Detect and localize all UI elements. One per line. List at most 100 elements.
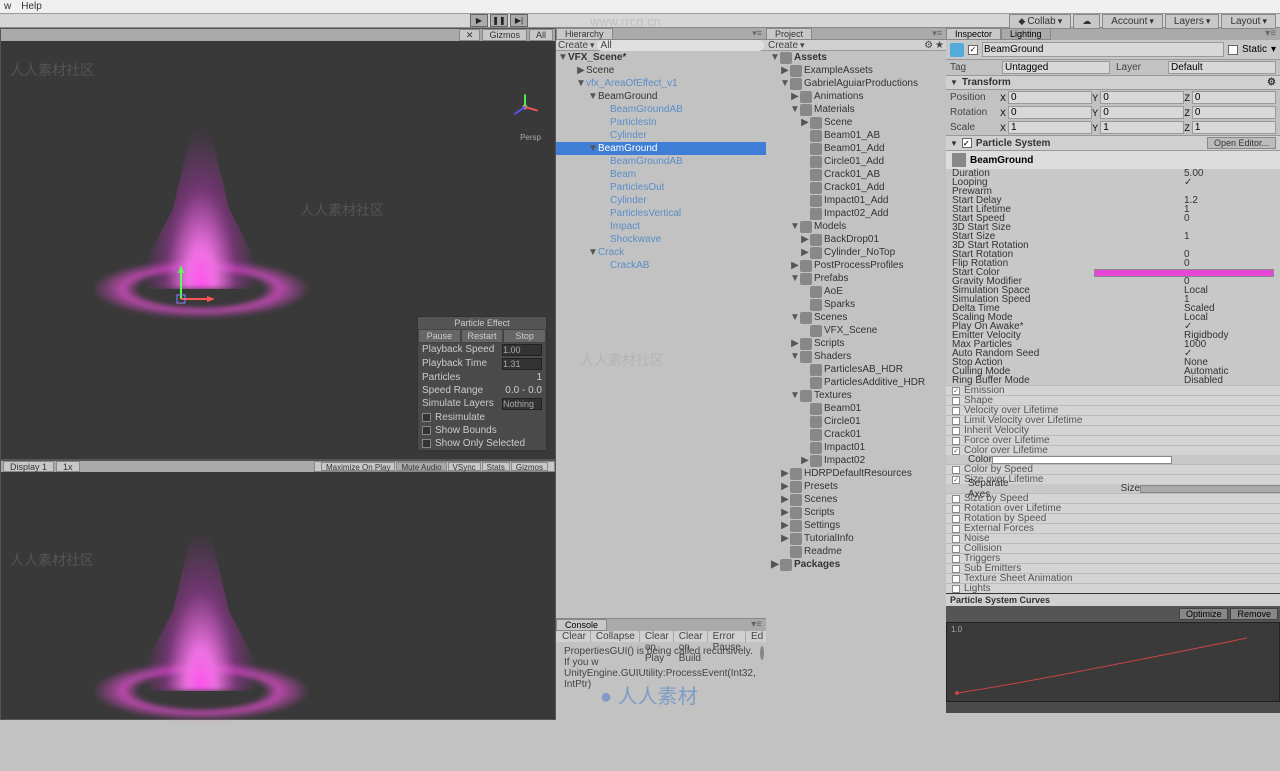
play-button[interactable]: ▶ bbox=[470, 14, 488, 27]
console-clear-button[interactable]: Clear bbox=[558, 631, 591, 642]
menu-item[interactable]: Help bbox=[21, 1, 42, 12]
remove-button[interactable]: Remove bbox=[1230, 608, 1278, 620]
pfx-resimulate-checkbox[interactable] bbox=[422, 413, 431, 422]
search-all[interactable]: All bbox=[529, 29, 553, 41]
project-item[interactable]: ▶ExampleAssets bbox=[766, 64, 946, 77]
project-item[interactable]: ▶Animations bbox=[766, 90, 946, 103]
project-item[interactable]: ▼Assets bbox=[766, 51, 946, 64]
pane-options-icon[interactable]: ▾≡ bbox=[747, 619, 766, 631]
ps-module[interactable]: ✓Color over Lifetime bbox=[946, 445, 1280, 455]
hierarchy-item[interactable]: Cylinder bbox=[556, 129, 766, 142]
project-item[interactable]: ParticlesAB_HDR bbox=[766, 363, 946, 376]
hierarchy-item[interactable]: BeamGroundAB bbox=[556, 155, 766, 168]
ps-module[interactable]: Rotation by Speed bbox=[946, 513, 1280, 523]
optimize-button[interactable]: Optimize bbox=[1179, 608, 1229, 620]
project-item[interactable]: ▶Impact02 bbox=[766, 454, 946, 467]
ps-enabled-checkbox[interactable]: ✓ bbox=[962, 138, 972, 148]
ps-module[interactable]: Texture Sheet Animation bbox=[946, 573, 1280, 583]
project-item[interactable]: ▶TutorialInfo bbox=[766, 532, 946, 545]
project-item[interactable]: ▼Scenes bbox=[766, 311, 946, 324]
pfx-sim-layers[interactable] bbox=[502, 398, 542, 410]
project-item[interactable]: Beam01 bbox=[766, 402, 946, 415]
active-checkbox[interactable]: ✓ bbox=[968, 45, 978, 55]
hierarchy-item[interactable]: ▼BeamGround bbox=[556, 90, 766, 103]
project-item[interactable]: ▼Textures bbox=[766, 389, 946, 402]
close-tab-button[interactable]: ✕ bbox=[459, 29, 481, 41]
pane-options-icon[interactable]: ▾≡ bbox=[1261, 28, 1280, 40]
hierarchy-item[interactable]: ▼BeamGround bbox=[556, 142, 766, 155]
project-item[interactable]: ▶BackDrop01 bbox=[766, 233, 946, 246]
ps-property[interactable]: Ring Buffer ModeDisabled bbox=[946, 376, 1280, 385]
ps-module[interactable]: Collision bbox=[946, 543, 1280, 553]
project-item[interactable]: Crack01_AB bbox=[766, 168, 946, 181]
console-collapse-toggle[interactable]: Collapse bbox=[592, 631, 640, 642]
project-item[interactable]: Impact01_Add bbox=[766, 194, 946, 207]
project-item[interactable]: ▼Shaders bbox=[766, 350, 946, 363]
tag-dropdown[interactable]: Untagged bbox=[1002, 61, 1110, 74]
hierarchy-item[interactable]: Cylinder bbox=[556, 194, 766, 207]
project-item[interactable]: Circle01 bbox=[766, 415, 946, 428]
mute-audio-toggle[interactable]: Mute Audio bbox=[396, 462, 446, 471]
game-display-dropdown[interactable]: Display 1 bbox=[3, 461, 54, 472]
menu-item[interactable]: w bbox=[4, 1, 11, 12]
project-item[interactable]: ▶Scripts bbox=[766, 506, 946, 519]
project-item[interactable]: ▼Models bbox=[766, 220, 946, 233]
project-tab[interactable]: Project bbox=[766, 28, 812, 40]
ps-module[interactable]: Triggers bbox=[946, 553, 1280, 563]
pane-options-icon[interactable]: ▾≡ bbox=[748, 28, 766, 39]
curve-editor[interactable]: 1.0 bbox=[946, 622, 1280, 702]
project-item[interactable]: Sparks bbox=[766, 298, 946, 311]
inspector-tab[interactable]: Inspector bbox=[946, 28, 1001, 40]
menubar[interactable]: w Help bbox=[0, 0, 1280, 14]
hierarchy-item[interactable]: BeamGroundAB bbox=[556, 103, 766, 116]
account-dropdown[interactable]: Account ▾ bbox=[1102, 14, 1163, 29]
gizmos-toggle[interactable]: Gizmos bbox=[511, 462, 548, 471]
hierarchy-item[interactable]: ▼vfx_AreaOfEffect_v1 bbox=[556, 77, 766, 90]
project-item[interactable]: ▶HDRPDefaultResources bbox=[766, 467, 946, 480]
console-errorpause-toggle[interactable]: Error Pause bbox=[709, 631, 746, 642]
stats-toggle[interactable]: Stats bbox=[482, 462, 510, 471]
transform-component[interactable]: Transform bbox=[962, 77, 1011, 88]
create-dropdown[interactable]: Create bbox=[768, 40, 798, 51]
game-view[interactable]: Display 1 1x Maximize On Play Mute Audio… bbox=[0, 460, 556, 720]
hierarchy-item[interactable]: Shockwave bbox=[556, 233, 766, 246]
project-item[interactable]: Impact02_Add bbox=[766, 207, 946, 220]
hierarchy-item[interactable]: CrackAB bbox=[556, 259, 766, 272]
open-editor-button[interactable]: Open Editor... bbox=[1207, 137, 1276, 149]
ps-module[interactable]: Shape bbox=[946, 395, 1280, 405]
project-item[interactable]: ▼GabrielAguiarProductions bbox=[766, 77, 946, 90]
static-checkbox[interactable] bbox=[1228, 45, 1238, 55]
ps-module[interactable]: Size by Speed bbox=[946, 493, 1280, 503]
hierarchy-item[interactable]: ParticlesIn bbox=[556, 116, 766, 129]
cloud-button[interactable]: ☁ bbox=[1073, 14, 1100, 29]
project-item[interactable]: AoE bbox=[766, 285, 946, 298]
vsync-toggle[interactable]: VSync bbox=[448, 462, 481, 471]
hierarchy-item[interactable]: Impact bbox=[556, 220, 766, 233]
hierarchy-item[interactable]: ▼Crack bbox=[556, 246, 766, 259]
ps-module[interactable]: ✓Emission bbox=[946, 385, 1280, 395]
create-dropdown[interactable]: Create bbox=[558, 40, 588, 51]
ps-module[interactable]: Color by Speed bbox=[946, 464, 1280, 474]
console-message[interactable]: PropertiesGUI() is being called recursiv… bbox=[556, 642, 766, 694]
hierarchy-tab[interactable]: Hierarchy bbox=[556, 28, 613, 40]
pfx-playback-time[interactable] bbox=[502, 358, 542, 370]
project-item[interactable]: Circle01_Add bbox=[766, 155, 946, 168]
project-item[interactable]: VFX_Scene bbox=[766, 324, 946, 337]
project-item[interactable]: Crack01_Add bbox=[766, 181, 946, 194]
console-tab[interactable]: Console bbox=[556, 619, 607, 631]
project-item[interactable]: ▼Prefabs bbox=[766, 272, 946, 285]
transform-gizmo[interactable] bbox=[161, 259, 221, 319]
gameobject-name-field[interactable] bbox=[982, 42, 1224, 57]
hierarchy-item[interactable]: ParticlesOut bbox=[556, 181, 766, 194]
layers-dropdown[interactable]: Layers ▾ bbox=[1165, 14, 1220, 29]
ps-module[interactable]: Limit Velocity over Lifetime bbox=[946, 415, 1280, 425]
project-item[interactable]: ▶Scripts bbox=[766, 337, 946, 350]
project-item[interactable]: Impact01 bbox=[766, 441, 946, 454]
persp-label[interactable]: Persp bbox=[520, 133, 541, 142]
project-item[interactable]: ▶Settings bbox=[766, 519, 946, 532]
pfx-showbounds-checkbox[interactable] bbox=[422, 426, 431, 435]
particle-system-component[interactable]: Particle System bbox=[976, 138, 1051, 149]
star-icon[interactable]: ★ bbox=[935, 40, 944, 51]
hierarchy-item[interactable]: Beam bbox=[556, 168, 766, 181]
project-item[interactable]: ▶Packages bbox=[766, 558, 946, 571]
